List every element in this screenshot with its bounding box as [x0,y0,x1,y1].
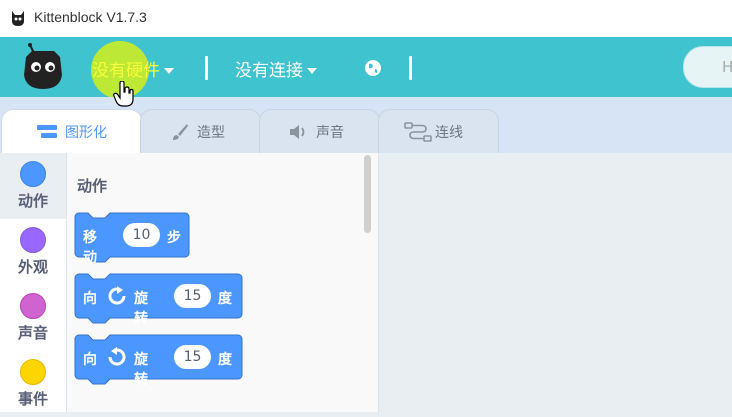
block-label: 旋转 [134,352,148,388]
menu-divider [205,56,208,80]
tab-label: 连线 [435,125,463,141]
category-sidebar: 动作 外观 声音 事件 [0,153,67,412]
category-sound[interactable]: 声音 [0,285,66,351]
wire-icon [404,122,432,142]
kittenblock-logo [24,43,62,89]
kitten-app-icon [12,11,24,26]
title-bar: Kittenblock V1.7.3 [0,0,732,37]
steps-value: 10 [132,227,151,243]
degrees-input[interactable]: 15 [174,345,211,369]
chevron-down-icon [164,68,174,74]
hardware-menu[interactable]: 没有硬件 [92,56,174,81]
brush-icon [173,124,188,140]
block-label: 向 [83,291,97,307]
right-pill-text: H [722,58,732,76]
category-dot [20,293,46,319]
turn-left-icon [108,347,126,366]
palette-scrollbar[interactable] [364,155,371,233]
category-motion[interactable]: 动作 [0,153,66,219]
category-dot [20,359,46,385]
block-label: 步 [167,230,181,246]
category-looks[interactable]: 外观 [0,219,66,285]
window-title: Kittenblock V1.7.3 [34,9,147,25]
chevron-down-icon [307,68,317,74]
connection-menu[interactable]: 没有连接 [235,56,317,81]
category-label: 动作 [17,192,48,210]
category-label: 事件 [17,390,48,408]
menu-divider [409,56,412,80]
degrees-value: 15 [183,349,202,365]
degrees-value: 15 [183,288,202,304]
block-label: 旋转 [134,291,148,327]
tab-label: 造型 [197,125,225,141]
category-dot [20,161,46,187]
block-label: 度 [218,291,232,307]
tab-blocks[interactable]: 图形化 [1,109,142,155]
steps-input[interactable]: 10 [123,223,160,247]
category-label: 声音 [17,324,48,342]
degrees-input[interactable]: 15 [174,284,211,308]
connection-menu-label: 没有连接 [235,61,303,81]
hand-cursor-icon [113,81,134,107]
menu-bar: 没有硬件 没有连接 H [0,37,732,99]
blocks-icon [37,125,57,138]
hardware-menu-label: 没有硬件 [92,61,160,81]
block-label: 度 [218,352,232,368]
tab-costumes[interactable]: 造型 [140,109,261,154]
category-events[interactable]: 事件 [0,351,66,417]
right-menu-pill[interactable]: H [683,46,732,88]
tab-label: 图形化 [65,125,107,141]
tab-label: 声音 [316,125,344,141]
tab-sounds[interactable]: 声音 [259,109,380,154]
category-label: 外观 [17,258,48,276]
palette-section-title: 动作 [77,177,108,195]
speaker-icon [290,125,305,139]
code-workspace[interactable] [379,153,732,412]
block-label: 移动 [83,230,97,266]
category-dot [20,227,46,253]
tab-wiring[interactable]: 连线 [378,109,499,154]
turn-right-icon [108,286,126,305]
language-globe-icon[interactable] [364,59,382,77]
block-label: 向 [83,352,97,368]
